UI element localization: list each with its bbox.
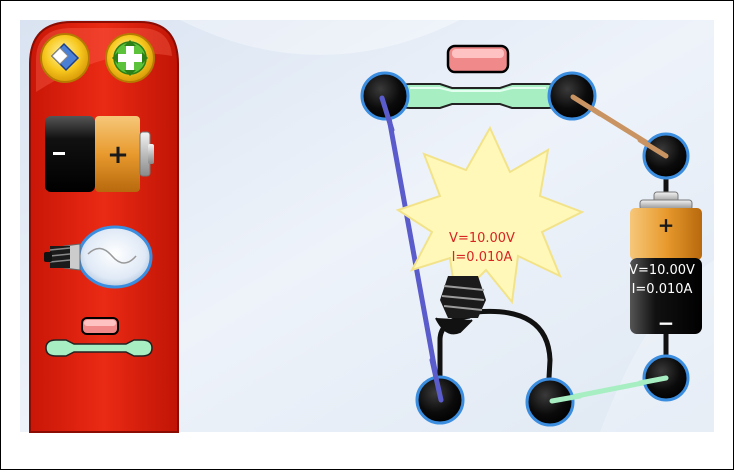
battery-minus-sign: − — [658, 311, 675, 335]
battery-voltage-readout: V=10.00V — [629, 263, 695, 278]
eraser-tool-button[interactable] — [40, 33, 90, 83]
circuit-canvas: + V=10.00V I=0.010A + − V=10.00V I=0.010… — [20, 20, 714, 433]
add-node-tool-button[interactable] — [105, 33, 155, 83]
battery-tool-icon: + — [45, 116, 154, 192]
bulb-voltage-readout: V=10.00V — [449, 231, 515, 246]
battery-tool-button[interactable]: + — [45, 116, 154, 192]
bulb-current-readout: I=0.010A — [452, 250, 513, 265]
battery-component[interactable]: + − V=10.00V I=0.010A — [629, 191, 702, 335]
battery-current-readout: I=0.010A — [632, 282, 693, 297]
battery-plus-sign: + — [658, 213, 675, 237]
svg-text:+: + — [107, 140, 129, 170]
